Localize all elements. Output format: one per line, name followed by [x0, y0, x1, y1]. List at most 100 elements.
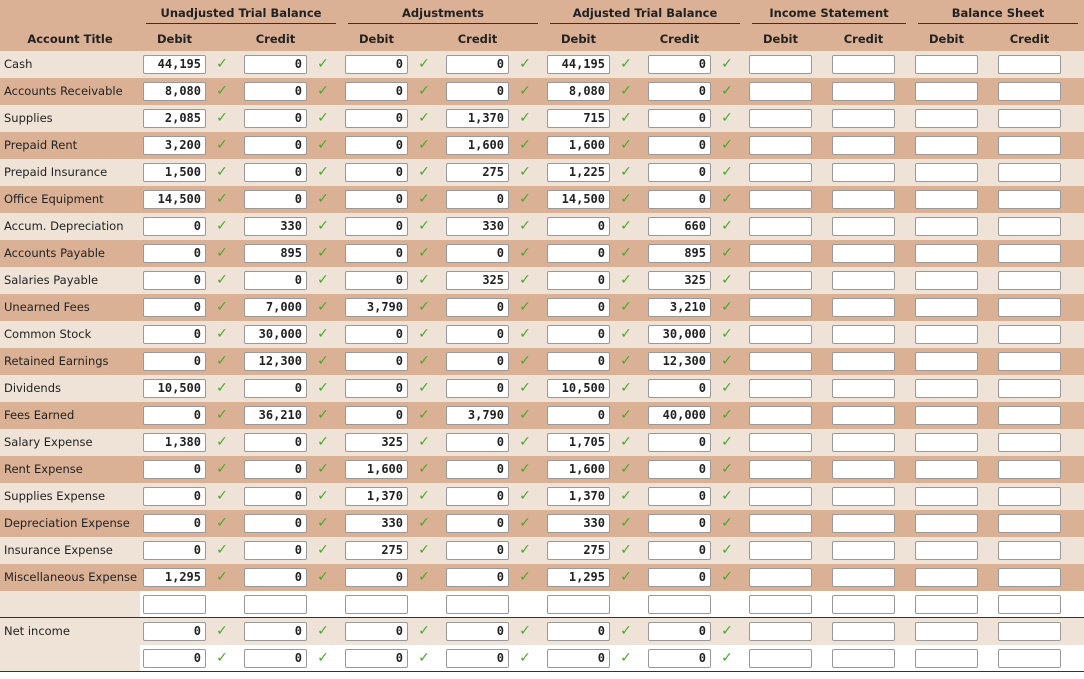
amount-input-col8[interactable]: [915, 649, 978, 668]
amount-input-col3[interactable]: 275: [446, 163, 509, 182]
amount-input-col8[interactable]: [915, 487, 978, 506]
amount-input-col1[interactable]: 12,300: [244, 352, 307, 371]
amount-input-col0[interactable]: 0: [143, 217, 206, 236]
amount-input-col7[interactable]: [832, 514, 895, 533]
amount-input-col5[interactable]: 0: [648, 136, 711, 155]
amount-input-col7[interactable]: [832, 433, 895, 452]
amount-input-col8[interactable]: [915, 82, 978, 101]
amount-input-col8[interactable]: [915, 541, 978, 560]
amount-input-col6[interactable]: [749, 136, 812, 155]
amount-input-col0[interactable]: 1,500: [143, 163, 206, 182]
amount-input-col8[interactable]: [915, 298, 978, 317]
amount-input-col4[interactable]: 330: [547, 514, 610, 533]
amount-input-col4[interactable]: 1,600: [547, 460, 610, 479]
amount-input-col9[interactable]: [998, 595, 1061, 614]
amount-input-col7[interactable]: [832, 136, 895, 155]
amount-input-col7[interactable]: [832, 595, 895, 614]
amount-input-col2[interactable]: 0: [345, 55, 408, 74]
amount-input-col3[interactable]: 0: [446, 433, 509, 452]
amount-input-col7[interactable]: [832, 244, 895, 263]
amount-input-col3[interactable]: 0: [446, 514, 509, 533]
amount-input-col9[interactable]: [998, 136, 1061, 155]
amount-input-col1[interactable]: 0: [244, 82, 307, 101]
amount-input-col5[interactable]: 325: [648, 271, 711, 290]
amount-input-col0[interactable]: 0: [143, 487, 206, 506]
amount-input-col1[interactable]: 0: [244, 433, 307, 452]
amount-input-col1[interactable]: 0: [244, 109, 307, 128]
amount-input-col8[interactable]: [915, 109, 978, 128]
amount-input-col0[interactable]: 0: [143, 541, 206, 560]
amount-input-col8[interactable]: [915, 433, 978, 452]
amount-input-col4[interactable]: 10,500: [547, 379, 610, 398]
amount-input-col0[interactable]: 1,380: [143, 433, 206, 452]
amount-input-col6[interactable]: [749, 82, 812, 101]
amount-input-col0[interactable]: 0: [143, 406, 206, 425]
amount-input-col7[interactable]: [832, 325, 895, 344]
amount-input-col1[interactable]: 0: [244, 541, 307, 560]
amount-input-col3[interactable]: 0: [446, 568, 509, 587]
amount-input-col3[interactable]: 0: [446, 55, 509, 74]
amount-input-col4[interactable]: 275: [547, 541, 610, 560]
amount-input-col0[interactable]: 0: [143, 514, 206, 533]
amount-input-col9[interactable]: [998, 190, 1061, 209]
amount-input-col9[interactable]: [998, 82, 1061, 101]
amount-input-col2[interactable]: 0: [345, 352, 408, 371]
amount-input-col7[interactable]: [832, 271, 895, 290]
amount-input-col6[interactable]: [749, 487, 812, 506]
amount-input-col5[interactable]: 0: [648, 568, 711, 587]
amount-input-col6[interactable]: [749, 541, 812, 560]
amount-input-col9[interactable]: [998, 649, 1061, 668]
amount-input-col2[interactable]: 0: [345, 109, 408, 128]
amount-input-col0[interactable]: 2,085: [143, 109, 206, 128]
amount-input-col0[interactable]: 3,200: [143, 136, 206, 155]
amount-input-col4[interactable]: 44,195: [547, 55, 610, 74]
amount-input-col8[interactable]: [915, 379, 978, 398]
amount-input-col1[interactable]: 0: [244, 622, 307, 641]
amount-input-col1[interactable]: 0: [244, 190, 307, 209]
amount-input-col7[interactable]: [832, 163, 895, 182]
amount-input-col1[interactable]: 7,000: [244, 298, 307, 317]
amount-input-col6[interactable]: [749, 244, 812, 263]
amount-input-col6[interactable]: [749, 217, 812, 236]
amount-input-col6[interactable]: [749, 190, 812, 209]
amount-input-col2[interactable]: 275: [345, 541, 408, 560]
amount-input-col6[interactable]: [749, 595, 812, 614]
amount-input-col3[interactable]: 0: [446, 460, 509, 479]
amount-input-col4[interactable]: 0: [547, 271, 610, 290]
amount-input-col5[interactable]: 0: [648, 190, 711, 209]
amount-input-col5[interactable]: 0: [648, 622, 711, 641]
amount-input-col2[interactable]: 1,600: [345, 460, 408, 479]
amount-input-col9[interactable]: [998, 163, 1061, 182]
amount-input-col0[interactable]: [143, 595, 206, 614]
amount-input-col7[interactable]: [832, 460, 895, 479]
amount-input-col6[interactable]: [749, 271, 812, 290]
amount-input-col1[interactable]: [244, 595, 307, 614]
amount-input-col6[interactable]: [749, 622, 812, 641]
amount-input-col9[interactable]: [998, 514, 1061, 533]
amount-input-col2[interactable]: 0: [345, 163, 408, 182]
amount-input-col8[interactable]: [915, 271, 978, 290]
amount-input-col4[interactable]: 0: [547, 352, 610, 371]
amount-input-col4[interactable]: 0: [547, 649, 610, 668]
amount-input-col9[interactable]: [998, 460, 1061, 479]
amount-input-col1[interactable]: 0: [244, 163, 307, 182]
amount-input-col6[interactable]: [749, 514, 812, 533]
amount-input-col7[interactable]: [832, 568, 895, 587]
amount-input-col3[interactable]: 0: [446, 541, 509, 560]
amount-input-col0[interactable]: 10,500: [143, 379, 206, 398]
amount-input-col4[interactable]: 1,225: [547, 163, 610, 182]
amount-input-col6[interactable]: [749, 406, 812, 425]
amount-input-col6[interactable]: [749, 649, 812, 668]
amount-input-col9[interactable]: [998, 109, 1061, 128]
amount-input-col8[interactable]: [915, 352, 978, 371]
amount-input-col7[interactable]: [832, 217, 895, 236]
amount-input-col3[interactable]: 330: [446, 217, 509, 236]
amount-input-col8[interactable]: [915, 190, 978, 209]
amount-input-col9[interactable]: [998, 217, 1061, 236]
amount-input-col8[interactable]: [915, 460, 978, 479]
amount-input-col7[interactable]: [832, 541, 895, 560]
amount-input-col8[interactable]: [915, 163, 978, 182]
amount-input-col9[interactable]: [998, 406, 1061, 425]
amount-input-col1[interactable]: 0: [244, 460, 307, 479]
amount-input-col7[interactable]: [832, 649, 895, 668]
